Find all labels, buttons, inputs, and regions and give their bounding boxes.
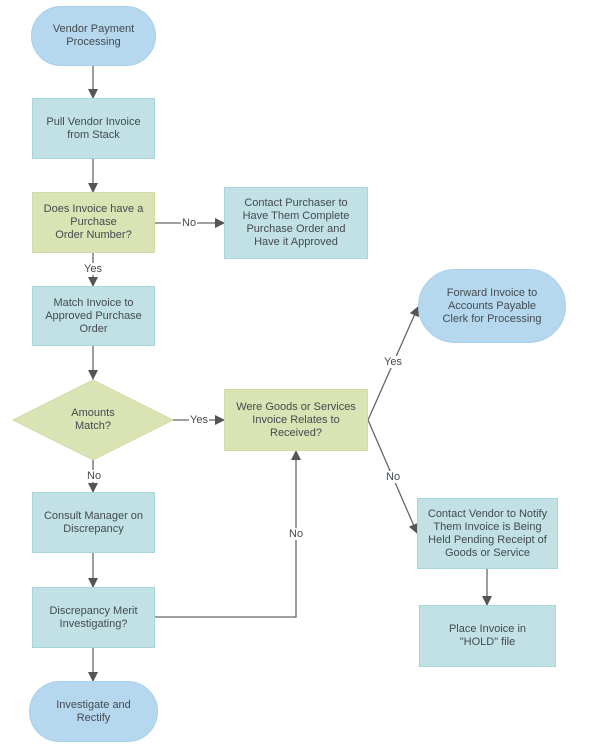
pull-invoice-step[interactable]: Pull Vendor Invoice from Stack (32, 98, 155, 159)
contact-vendor-label: Contact Vendor to Notify Them Invoice is… (427, 507, 548, 559)
discrepancy-merit-label: Discrepancy Merit Investigating? (49, 604, 138, 630)
place-hold-step[interactable]: Place Invoice in "HOLD" file (419, 605, 556, 667)
edge-label-goods-yes: Yes (383, 356, 403, 368)
edge-merit-no (155, 450, 301, 618)
start-terminal[interactable]: Vendor Payment Processing (31, 6, 156, 66)
match-invoice-step[interactable]: Match Invoice to Approved Purchase Order (32, 286, 155, 346)
match-invoice-label: Match Invoice to Approved Purchase Order (45, 296, 142, 335)
contact-purchaser-step[interactable]: Contact Purchaser to Have Them Complete … (224, 187, 368, 259)
contact-vendor-step[interactable]: Contact Vendor to Notify Them Invoice is… (417, 498, 558, 569)
edge-label-amounts-no: No (86, 470, 103, 482)
contact-purchaser-label: Contact Purchaser to Have Them Complete … (242, 197, 350, 248)
edge-label-merit-no: No (288, 528, 305, 540)
has-po-label: Does Invoice have a Purchase Order Numbe… (43, 203, 144, 241)
edge-label-amounts-yes: Yes (189, 414, 209, 426)
consult-manager-label: Consult Manager on Discrepancy (43, 509, 144, 535)
edge-label-goods-no: No (385, 471, 402, 483)
has-po-decision[interactable]: Does Invoice have a Purchase Order Numbe… (32, 192, 155, 253)
start-label: Vendor Payment Processing (52, 23, 135, 48)
goods-received-label: Were Goods or Services Invoice Relates t… (236, 400, 356, 439)
consult-manager-step[interactable]: Consult Manager on Discrepancy (32, 492, 155, 553)
discrepancy-merit-step[interactable]: Discrepancy Merit Investigating? (32, 587, 155, 648)
goods-received-decision[interactable]: Were Goods or Services Invoice Relates t… (224, 389, 368, 451)
place-hold-label: Place Invoice in "HOLD" file (448, 623, 527, 648)
pull-invoice-label: Pull Vendor Invoice from Stack (46, 115, 141, 141)
investigate-terminal[interactable]: Investigate and Rectify (29, 681, 158, 742)
forward-invoice-label: Forward Invoice to Accounts Payable Cler… (442, 286, 542, 325)
edge-label-has-po-yes: Yes (83, 263, 103, 275)
edge-label-has-po-no: No (181, 217, 198, 229)
amounts-match-label-box: Amounts Match? (43, 400, 143, 440)
amounts-match-label: Amounts Match? (71, 407, 115, 432)
forward-invoice-terminal[interactable]: Forward Invoice to Accounts Payable Cler… (418, 269, 566, 343)
investigate-label: Investigate and Rectify (56, 698, 131, 724)
